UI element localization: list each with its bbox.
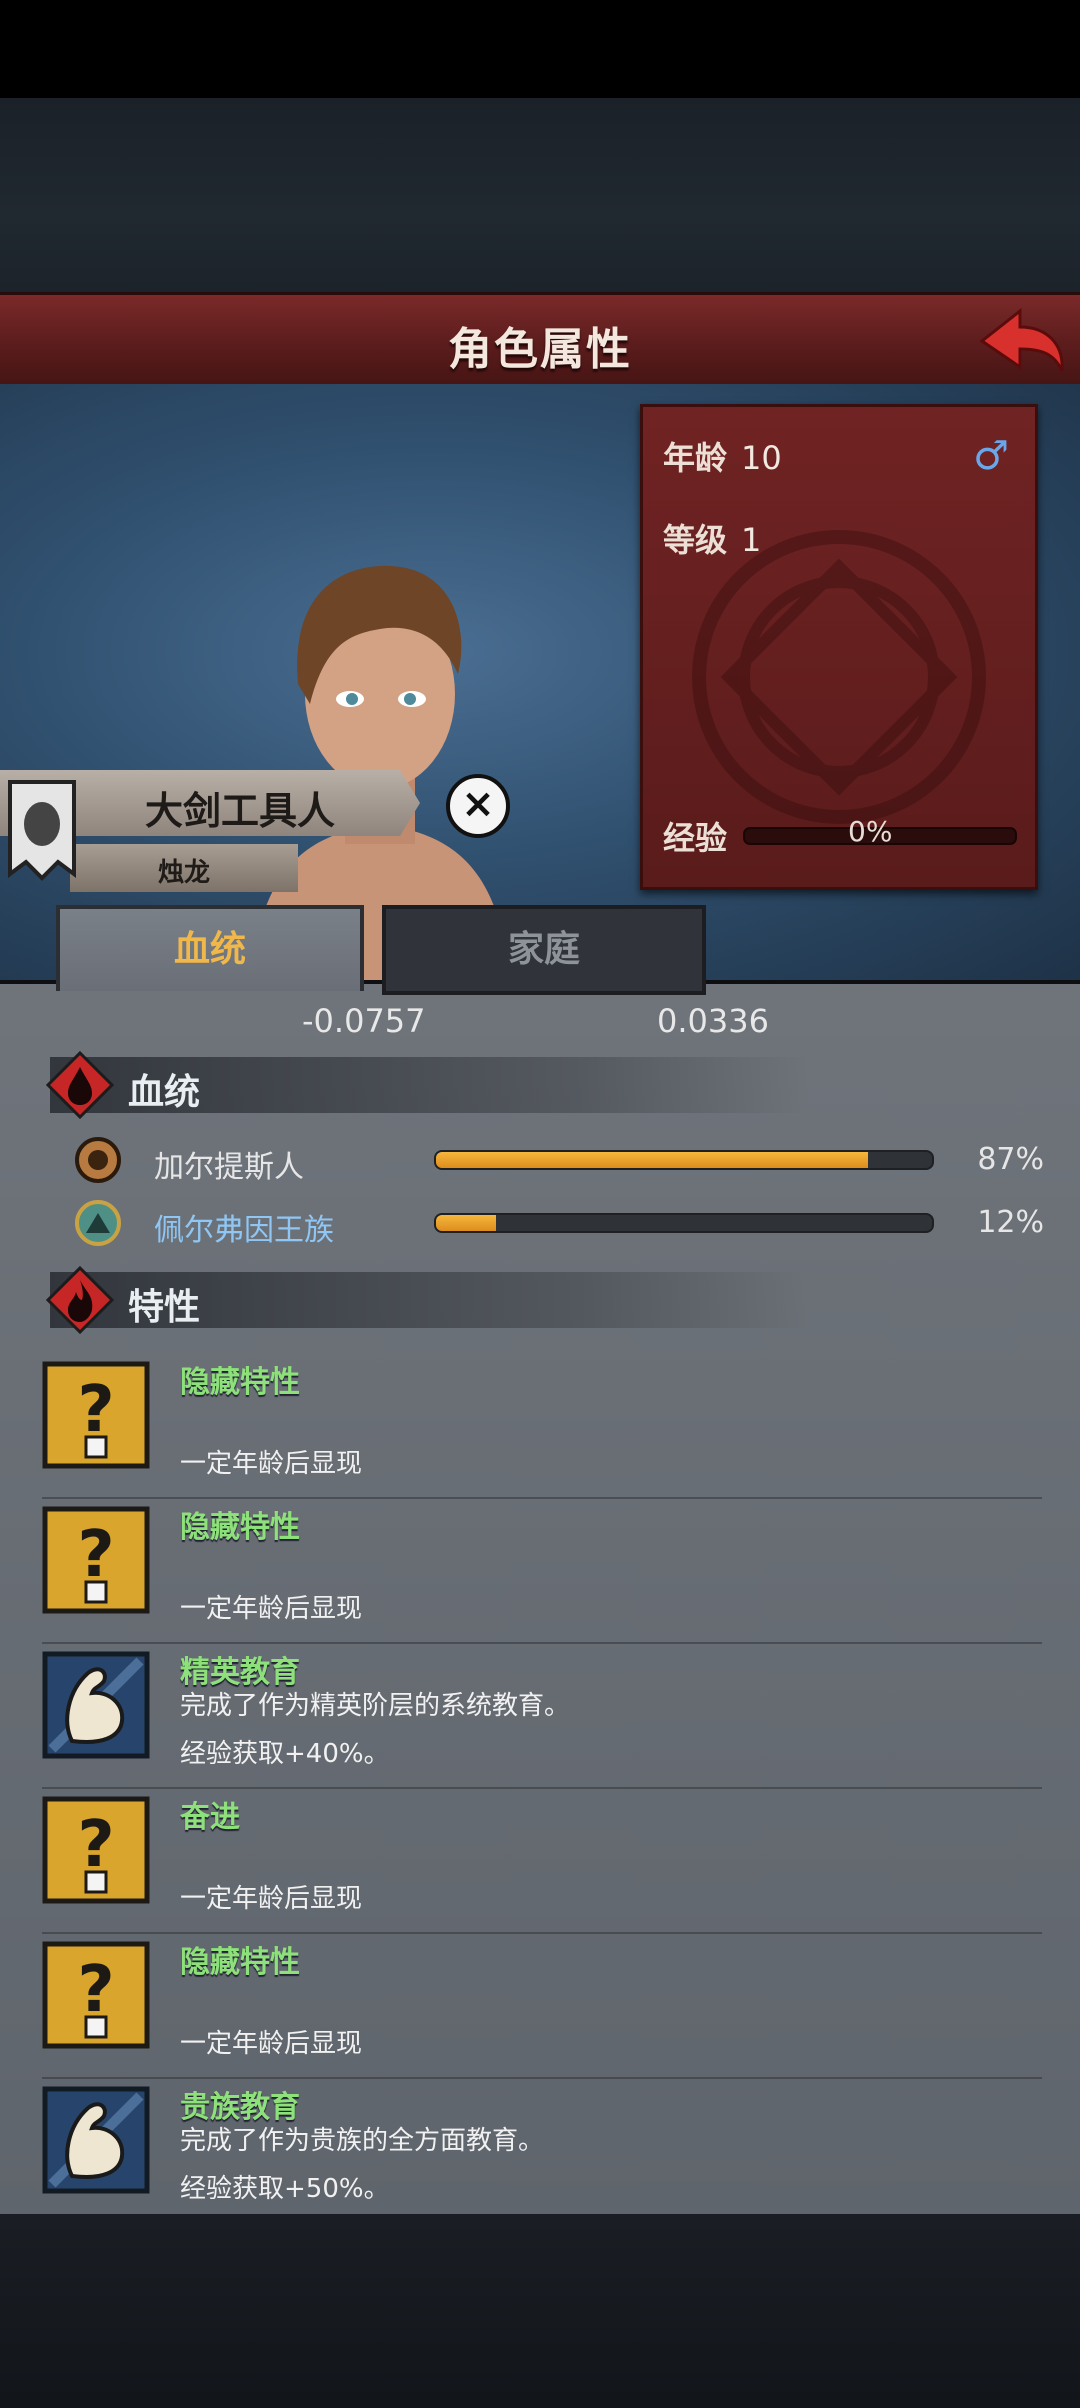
bloodline-section-title: 血统 [128, 1072, 201, 1113]
trait-desc-line2: 一定年龄后显现 [180, 1594, 363, 1624]
bloodline-bar [434, 1213, 934, 1233]
traits-section-header: 特性 [46, 1266, 810, 1334]
level-label: 等级 [663, 521, 728, 559]
house-plate: 烛龙 [70, 844, 298, 892]
trait-item[interactable]: ? 隐藏特性 一定年龄后显现 [42, 1506, 1042, 1644]
traits-section-title: 特性 [128, 1287, 201, 1328]
age-row: 年龄 10 [663, 433, 782, 479]
male-gender-icon: ♂ [973, 433, 1009, 479]
question-icon: ? [42, 1941, 150, 2049]
exp-value: 0% [848, 815, 893, 848]
stat-left-value: -0.0757 [302, 1002, 426, 1040]
level-row: 等级 1 [663, 515, 761, 561]
celtic-knot-emblem [692, 530, 986, 824]
bloodline-bar-fill [436, 1152, 868, 1168]
status-bar [0, 0, 1080, 98]
muscle-arm-icon [42, 1651, 150, 1759]
bloodline-row: 佩尔弗因王族 12% [74, 1199, 1044, 1249]
stat-right-value: 0.0336 [657, 1002, 769, 1040]
age-label: 年龄 [663, 439, 728, 477]
bloodline-row: 加尔提斯人 87% [74, 1136, 1044, 1186]
top-backdrop [0, 98, 1080, 294]
flame-icon [46, 1266, 114, 1334]
trait-item[interactable]: ? 奋进 一定年龄后显现 [42, 1796, 1042, 1934]
bloodline-bar-fill [436, 1215, 496, 1231]
trait-item[interactable]: ? 隐藏特性 一定年龄后显现 [42, 1361, 1042, 1499]
trait-desc-line2: 一定年龄后显现 [180, 1884, 363, 1914]
galtis-crest-icon [75, 1137, 121, 1183]
trait-item[interactable]: 贵族教育 完成了作为贵族的全方面教育。 经验获取+50%。 [42, 2086, 1042, 2214]
bloodline-bar [434, 1150, 934, 1170]
header-bar: 角色属性 [0, 292, 1080, 391]
trait-name: 隐藏特性 [180, 1365, 300, 1400]
house-name: 烛龙 [158, 858, 211, 888]
trait-desc-line2: 一定年龄后显现 [180, 2029, 363, 2059]
age-value: 10 [741, 439, 782, 477]
tab-bloodline[interactable]: 血统 [56, 905, 364, 991]
trait-item[interactable]: 精英教育 完成了作为精英阶层的系统教育。 经验获取+40%。 [42, 1651, 1042, 1789]
question-icon: ? [42, 1361, 150, 1469]
blood-drop-icon [46, 1051, 114, 1119]
trait-desc-line2: 经验获取+40%。 [180, 1739, 390, 1769]
trait-name: 奋进 [180, 1800, 240, 1835]
trait-desc-line1: 完成了作为精英阶层的系统教育。 [180, 1691, 571, 1721]
tab-family[interactable]: 家庭 [382, 905, 706, 995]
level-value: 1 [741, 521, 762, 559]
trait-name: 隐藏特性 [180, 1510, 300, 1545]
house-banner-icon[interactable] [6, 778, 78, 884]
back-arrow-icon[interactable] [962, 301, 1072, 381]
trait-desc-line2: 经验获取+50%。 [180, 2174, 390, 2204]
pelfoin-crest-icon [75, 1200, 121, 1246]
trait-desc-line2: 一定年龄后显现 [180, 1449, 363, 1479]
question-icon: ? [42, 1506, 150, 1614]
muscle-arm-icon [42, 2086, 150, 2194]
bloodline-percent: 87% [977, 1142, 1044, 1177]
bottom-backdrop [0, 2214, 1080, 2408]
close-icon[interactable]: × [446, 774, 510, 838]
trait-item[interactable]: ? 隐藏特性 一定年龄后显现 [42, 1941, 1042, 2079]
trait-name: 隐藏特性 [180, 1945, 300, 1980]
bloodline-percent: 12% [977, 1205, 1044, 1240]
question-icon: ? [42, 1796, 150, 1904]
exp-label: 经验 [663, 819, 728, 857]
character-info-card: 年龄 10 ♂ 等级 1 经验 0% [640, 404, 1038, 890]
trait-desc-line1: 完成了作为贵族的全方面教育。 [180, 2126, 545, 2156]
bloodline-name: 佩尔弗因王族 [154, 1213, 334, 1248]
character-name: 大剑工具人 [145, 789, 336, 833]
bloodline-name: 加尔提斯人 [154, 1150, 304, 1185]
bloodline-section-header: 血统 [46, 1051, 810, 1119]
page-title: 角色属性 [448, 324, 632, 375]
